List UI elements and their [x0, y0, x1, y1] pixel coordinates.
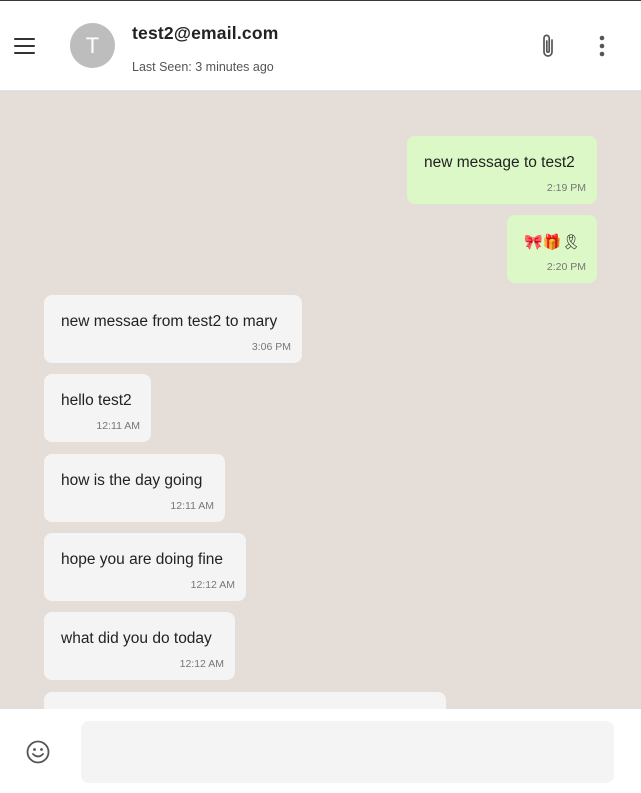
message-time: 2:20 PM [546, 261, 586, 273]
message-text: how is the day going [61, 472, 203, 489]
chat-header: T test2@email.com Last Seen: 3 minutes a… [0, 1, 641, 91]
message-input[interactable] [81, 721, 614, 783]
message-composer [0, 709, 641, 793]
message-text: hope you are doing fine [61, 551, 224, 568]
message-time: 12:12 AM [179, 658, 224, 670]
message-text: new messae from test2 to mary [61, 313, 278, 330]
message-bubble-sent[interactable]: 🎀🎁🎗 2:20 PM [507, 215, 597, 283]
paperclip-icon[interactable] [536, 32, 560, 60]
message-time: 3:06 PM [251, 341, 291, 353]
message-list[interactable]: new message to test2 2:19 PM 🎀🎁🎗 2:20 PM… [0, 91, 641, 709]
message-text: 🎀🎁🎗 [524, 234, 581, 251]
message-text: what did you do today [61, 630, 212, 647]
message-bubble-sent[interactable]: new message to test2 2:19 PM [407, 136, 597, 204]
message-bubble-received[interactable]: hope you are doing fine 12:12 AM [44, 533, 246, 601]
last-seen-status: Last Seen: 3 minutes ago [132, 60, 274, 74]
more-vertical-icon[interactable] [590, 34, 614, 58]
smiley-face-icon[interactable] [25, 739, 51, 765]
message-time: 12:11 AM [96, 420, 140, 432]
message-time: 12:11 AM [170, 500, 214, 512]
contact-email: test2@email.com [132, 23, 279, 43]
message-bubble-received[interactable]: what did you do today 12:12 AM [44, 612, 235, 680]
hamburger-menu-icon[interactable] [13, 36, 37, 56]
message-bubble-received[interactable]: new messae from test2 to mary 3:06 PM [44, 295, 302, 363]
message-bubble-received-partial[interactable] [44, 692, 446, 709]
message-bubble-received[interactable]: how is the day going 12:11 AM [44, 454, 225, 522]
message-text: new message to test2 [424, 154, 575, 171]
message-time: 2:19 PM [546, 182, 586, 194]
avatar[interactable]: T [70, 23, 115, 68]
message-text: hello test2 [61, 392, 132, 409]
message-time: 12:12 AM [190, 579, 235, 591]
message-bubble-received[interactable]: hello test2 12:11 AM [44, 374, 151, 442]
